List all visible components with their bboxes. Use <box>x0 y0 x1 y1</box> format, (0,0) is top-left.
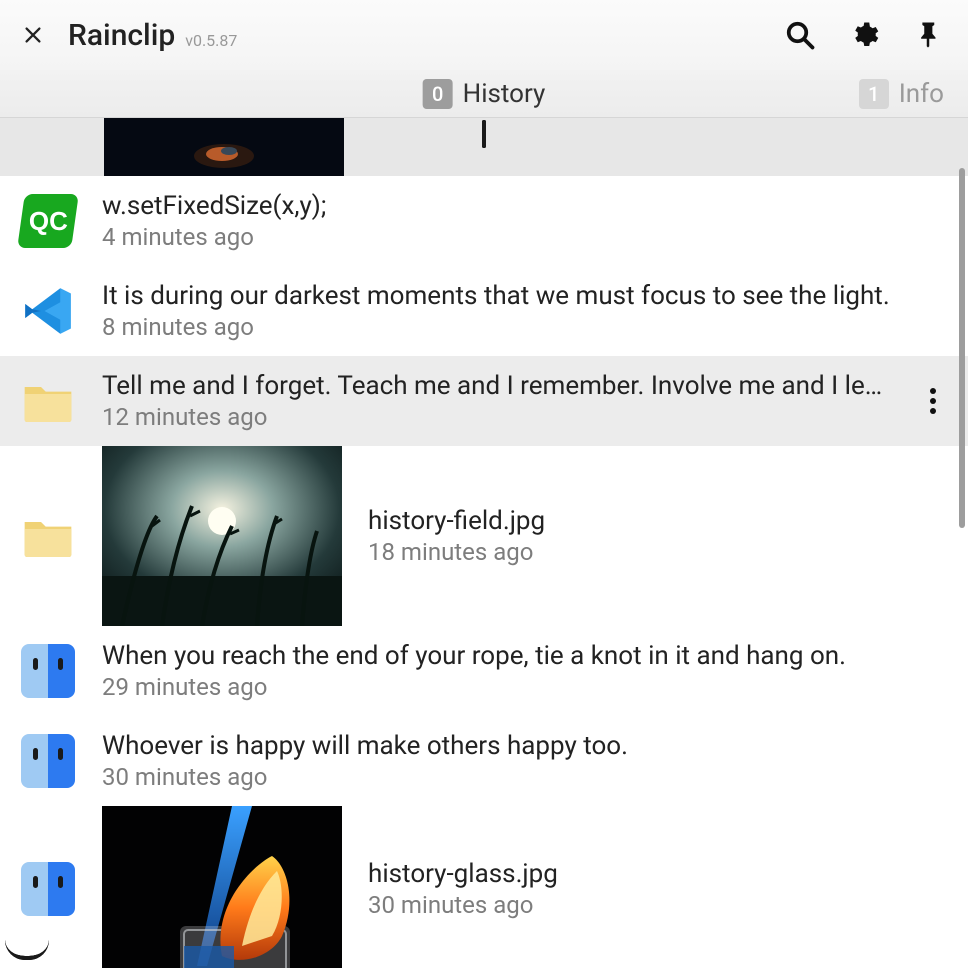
source-app-icon <box>20 373 76 429</box>
app-title: Rainclip <box>68 18 175 53</box>
item-more-button[interactable] <box>918 387 948 415</box>
tab-info[interactable]: 1 Info <box>859 79 944 109</box>
search-icon <box>785 20 815 50</box>
clip-time: 8 minutes ago <box>102 313 948 341</box>
clip-text: w.setFixedSize(x,y); <box>102 191 948 221</box>
history-list[interactable]: QC w.setFixedSize(x,y); 4 minutes ago It… <box>0 118 968 968</box>
list-item[interactable]: Whoever is happy will make others happy … <box>0 716 968 806</box>
list-item[interactable]: QC w.setFixedSize(x,y); 4 minutes ago <box>0 176 968 266</box>
tab-history[interactable]: 0 History <box>423 79 546 109</box>
finder-icon <box>21 734 75 788</box>
scrollbar-thumb[interactable] <box>959 168 965 528</box>
image-thumbnail <box>102 446 342 626</box>
source-app-icon <box>20 643 76 699</box>
pin-icon <box>913 20 943 50</box>
tab-info-label: Info <box>899 79 944 109</box>
folder-icon <box>20 373 76 429</box>
clip-text: Tell me and I forget. Teach me and I rem… <box>102 371 892 401</box>
source-app-icon <box>20 861 76 917</box>
clip-time: 18 minutes ago <box>368 538 545 566</box>
clip-filename: history-field.jpg <box>368 506 545 536</box>
source-app-icon: QC <box>20 193 76 249</box>
image-thumbnail <box>104 118 344 176</box>
clip-filename: history-glass.jpg <box>368 859 558 889</box>
list-item[interactable]: When you reach the end of your rope, tie… <box>0 626 968 716</box>
clip-time: 30 minutes ago <box>368 891 558 919</box>
source-app-icon <box>20 733 76 789</box>
settings-button[interactable] <box>844 15 884 55</box>
list-item[interactable]: It is during our darkest moments that we… <box>0 266 968 356</box>
list-item[interactable]: history-field.jpg 18 minutes ago <box>0 446 968 626</box>
clip-text: When you reach the end of your rope, tie… <box>102 641 948 671</box>
scrollbar[interactable] <box>959 118 965 968</box>
source-app-icon <box>20 508 76 564</box>
header: Rainclip v0.5.87 <box>0 0 968 70</box>
clip-time: 30 minutes ago <box>102 763 948 791</box>
image-thumbnail <box>102 806 342 968</box>
qt-creator-icon: QC <box>17 194 79 248</box>
close-icon <box>22 24 44 46</box>
gear-icon <box>849 20 879 50</box>
folder-icon <box>20 508 76 564</box>
tab-history-key: 0 <box>423 79 453 109</box>
more-vertical-icon <box>929 387 937 415</box>
finder-icon <box>21 644 75 698</box>
tab-info-key: 1 <box>859 79 889 109</box>
list-item[interactable]: history-glass.jpg 30 minutes ago <box>0 806 968 968</box>
finder-icon <box>21 862 75 916</box>
clip-time: 29 minutes ago <box>102 673 948 701</box>
tab-bar: 0 History 1 Info <box>0 70 968 118</box>
pin-button[interactable] <box>908 15 948 55</box>
source-app-icon <box>20 283 76 339</box>
clip-time: 4 minutes ago <box>102 223 948 251</box>
tab-history-label: History <box>463 79 546 109</box>
list-item-selected[interactable]: Tell me and I forget. Teach me and I rem… <box>0 356 968 446</box>
clip-text: Whoever is happy will make others happy … <box>102 731 948 761</box>
vscode-icon <box>20 283 76 339</box>
app-version: v0.5.87 <box>185 31 237 50</box>
clip-time: 12 minutes ago <box>102 403 892 431</box>
clip-text: It is during our darkest moments that we… <box>102 281 948 311</box>
close-button[interactable] <box>20 22 46 48</box>
search-button[interactable] <box>780 15 820 55</box>
